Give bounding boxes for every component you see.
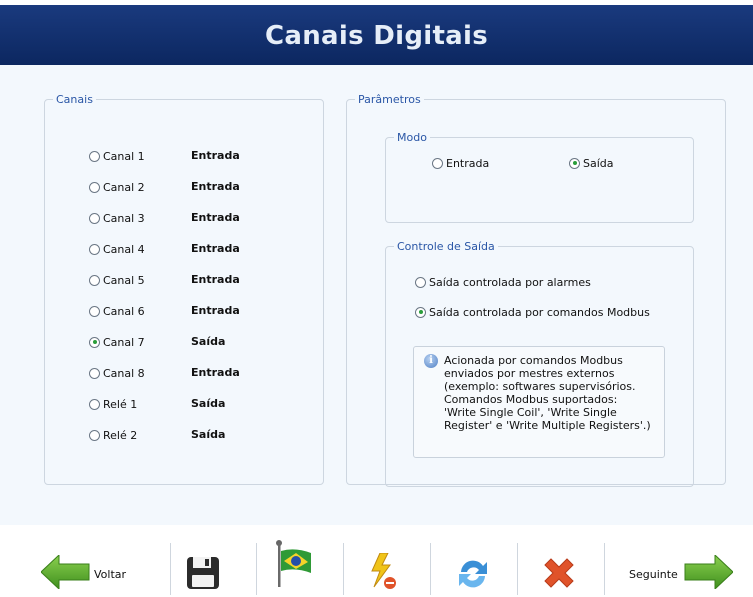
canal-mode-value: Entrada xyxy=(191,273,240,286)
canal-row[interactable]: Canal 8 xyxy=(89,365,145,381)
next-button[interactable]: Seguinte xyxy=(625,525,735,597)
info-line: enviados por mestres externos xyxy=(444,367,615,380)
canal-radio[interactable] xyxy=(89,181,100,193)
canal-radio[interactable] xyxy=(89,212,100,224)
toolbar-separator xyxy=(517,543,518,595)
canal-row[interactable]: Canal 2 xyxy=(89,179,145,195)
canal-label: Canal 5 xyxy=(103,273,145,287)
canal-radio[interactable] xyxy=(89,150,100,162)
refresh-button[interactable] xyxy=(455,525,505,597)
canal-row[interactable]: Canal 1 xyxy=(89,148,145,164)
header-bar: Canais Digitais xyxy=(0,5,753,65)
canal-label: Canal 2 xyxy=(103,180,145,194)
canal-row[interactable]: Relé 1 xyxy=(89,396,137,412)
saida-modbus-radio[interactable] xyxy=(415,306,426,318)
canal-label: Canal 3 xyxy=(103,211,145,225)
info-line: (exemplo: softwares supervisórios. xyxy=(444,380,636,393)
canais-group: Canais Canal 1 Entrada Canal 2 Entrada Canal… xyxy=(44,93,324,485)
saida-alarmes-label: Saída controlada por alarmes xyxy=(429,275,591,289)
lightning-button[interactable] xyxy=(368,525,418,597)
canal-mode-value: Entrada xyxy=(191,149,240,162)
canal-row[interactable]: Canal 4 xyxy=(89,241,145,257)
canal-row[interactable]: Canal 5 xyxy=(89,272,145,288)
floppy-disk-icon xyxy=(187,557,219,589)
canal-radio[interactable] xyxy=(89,305,100,317)
back-button[interactable]: Voltar xyxy=(40,525,140,597)
canal-radio[interactable] xyxy=(89,336,100,348)
canal-mode-value: Saída xyxy=(191,335,226,348)
back-label: Voltar xyxy=(94,568,127,581)
toolbar-separator xyxy=(604,543,605,595)
save-button[interactable] xyxy=(186,525,246,597)
canais-legend: Canais xyxy=(53,93,96,106)
saida-modbus-label: Saída controlada por comandos Modbus xyxy=(429,305,650,319)
canal-label: Relé 2 xyxy=(103,428,138,442)
modo-saida-label: Saída xyxy=(583,156,614,170)
modo-entrada-option[interactable]: Entrada xyxy=(432,155,489,171)
canal-mode-value: Saída xyxy=(191,428,226,441)
toolbar-separator xyxy=(430,543,431,595)
canal-label: Canal 4 xyxy=(103,242,145,256)
toolbar-separator xyxy=(256,543,257,595)
canal-radio[interactable] xyxy=(89,429,100,441)
canal-row[interactable]: Canal 7 xyxy=(89,334,145,350)
canal-mode-value: Entrada xyxy=(191,180,240,193)
canal-mode-value: Entrada xyxy=(191,366,240,379)
canal-radio[interactable] xyxy=(89,274,100,286)
controle-saida-legend: Controle de Saída xyxy=(394,240,498,253)
arrow-left-icon xyxy=(41,555,90,589)
info-line: Register' e 'Write Multiple Registers'.) xyxy=(444,419,651,432)
parametros-legend: Parâmetros xyxy=(355,93,424,106)
canal-radio[interactable] xyxy=(89,243,100,255)
canal-mode-value: Saída xyxy=(191,397,226,410)
canal-label: Canal 1 xyxy=(103,149,145,163)
canal-label: Canal 7 xyxy=(103,335,145,349)
brazil-flag-icon xyxy=(276,540,311,587)
canal-mode-value: Entrada xyxy=(191,242,240,255)
info-box: i Acionada por comandos Modbus enviados … xyxy=(413,346,665,458)
modo-entrada-radio[interactable] xyxy=(432,157,443,169)
info-line: Comandos Modbus suportados: xyxy=(444,393,618,406)
close-x-icon xyxy=(544,558,574,588)
main-panel: Canais Canal 1 Entrada Canal 2 Entrada Canal… xyxy=(0,65,753,525)
info-line: 'Write Single Coil', 'Write Single xyxy=(444,406,617,419)
next-label: Seguinte xyxy=(629,568,678,581)
info-icon: i xyxy=(424,354,438,368)
toolbar-separator xyxy=(343,543,344,595)
bottom-toolbar: Voltar Seguinte xyxy=(0,525,753,597)
arrow-right-icon xyxy=(684,555,733,589)
info-line: Acionada por comandos Modbus xyxy=(444,354,623,367)
saida-modbus-option[interactable]: Saída controlada por comandos Modbus xyxy=(415,304,650,320)
toolbar-separator xyxy=(170,543,171,595)
refresh-icon xyxy=(459,560,487,588)
modo-saida-radio[interactable] xyxy=(569,157,580,169)
canal-label: Relé 1 xyxy=(103,397,138,411)
canal-radio[interactable] xyxy=(89,398,100,410)
parametros-group: Parâmetros Modo Entrada Saída Controle d… xyxy=(346,93,726,487)
canal-label: Canal 6 xyxy=(103,304,145,318)
canal-row[interactable]: Canal 6 xyxy=(89,303,145,319)
modo-legend: Modo xyxy=(394,131,430,144)
lightning-icon xyxy=(371,553,396,589)
saida-alarmes-option[interactable]: Saída controlada por alarmes xyxy=(415,274,591,290)
modo-group: Modo Entrada Saída xyxy=(385,131,694,223)
canal-row[interactable]: Relé 2 xyxy=(89,427,137,443)
canal-radio[interactable] xyxy=(89,367,100,379)
modo-entrada-label: Entrada xyxy=(446,156,490,170)
page-title: Canais Digitais xyxy=(265,21,488,51)
cancel-button[interactable] xyxy=(541,525,591,597)
language-button[interactable] xyxy=(275,525,335,597)
info-text: Acionada por comandos Modbus enviados po… xyxy=(444,354,672,432)
canal-row[interactable]: Canal 3 xyxy=(89,210,145,226)
canal-mode-value: Entrada xyxy=(191,304,240,317)
saida-alarmes-radio[interactable] xyxy=(415,276,426,288)
modo-saida-option[interactable]: Saída xyxy=(569,155,614,171)
canal-label: Canal 8 xyxy=(103,366,145,380)
canal-mode-value: Entrada xyxy=(191,211,240,224)
controle-saida-group: Controle de Saída Saída controlada por a… xyxy=(385,240,694,487)
